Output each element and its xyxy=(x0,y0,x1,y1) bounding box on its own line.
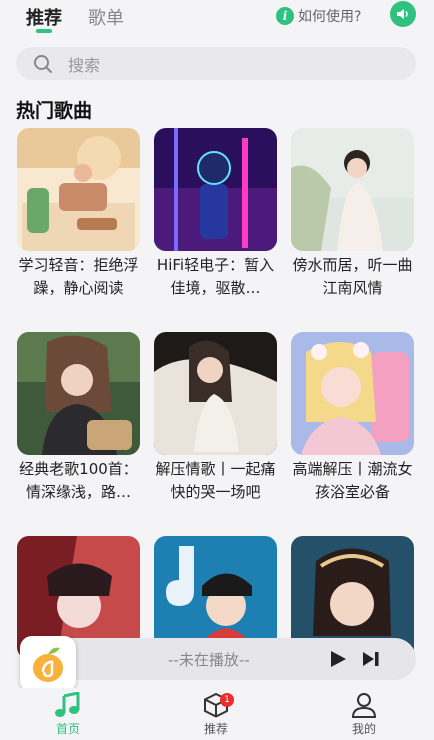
song-cover xyxy=(17,332,140,455)
tab-playlist[interactable]: 歌单 xyxy=(88,4,124,30)
song-cover xyxy=(154,128,277,251)
song-cover xyxy=(154,332,277,455)
song-title: HiFi轻电子：暂入佳境，驱散… xyxy=(156,256,275,297)
tab-active-indicator xyxy=(36,29,52,33)
notification-badge: 1 xyxy=(220,693,234,707)
nav-home-label: 首页 xyxy=(55,722,80,736)
nav-home[interactable]: 首页 xyxy=(28,692,108,737)
search-icon xyxy=(34,54,52,73)
info-icon: i xyxy=(276,7,294,25)
next-track-icon[interactable] xyxy=(362,650,380,668)
song-card[interactable]: 傍水而居，听一曲江南风情 xyxy=(291,128,414,300)
song-cover xyxy=(291,332,414,455)
song-title: 傍水而居，听一曲江南风情 xyxy=(292,256,413,297)
song-title: 经典老歌100首：情深缘浅，路… xyxy=(19,460,138,501)
song-card[interactable]: 解压情歌丨一起痛快的哭一场吧 xyxy=(154,332,277,504)
nav-mine[interactable]: 我的 xyxy=(324,692,404,737)
speaker-icon xyxy=(397,9,408,19)
nav-recommend[interactable]: 1 推荐 xyxy=(176,692,256,737)
song-card[interactable]: 学习轻音：拒绝浮躁，静心阅读 xyxy=(17,128,140,300)
song-title: 学习轻音：拒绝浮躁，静心阅读 xyxy=(18,256,139,297)
song-card[interactable]: HiFi轻电子：暂入佳境，驱散… xyxy=(154,128,277,300)
song-title: 高端解压丨潮流女孩浴室必备 xyxy=(292,460,413,501)
song-title: 解压情歌丨一起痛快的哭一场吧 xyxy=(155,460,276,501)
tab-recommend[interactable]: 推荐 xyxy=(26,4,62,30)
top-bar: 推荐 歌单 i 如何使用? xyxy=(0,0,434,36)
music-note-icon xyxy=(55,692,80,717)
section-title: 热门歌曲 xyxy=(16,100,93,122)
how-to-use-label: 如何使用? xyxy=(298,9,362,25)
song-card[interactable]: 高端解压丨潮流女孩浴室必备 xyxy=(291,332,414,504)
app-logo[interactable] xyxy=(20,636,76,692)
speaker-button[interactable] xyxy=(390,1,416,27)
mini-player[interactable]: --未在播放-- xyxy=(20,638,416,680)
bottom-navigation: 首页 1 推荐 我的 xyxy=(0,688,434,740)
user-icon xyxy=(351,693,377,718)
search-bar[interactable]: 搜索 xyxy=(16,47,416,80)
nav-mine-label: 我的 xyxy=(351,722,376,736)
search-input[interactable]: 搜索 xyxy=(68,52,100,76)
nav-recommend-label: 推荐 xyxy=(203,722,228,736)
music-app-logo-icon xyxy=(33,647,63,682)
play-icon[interactable] xyxy=(329,650,347,668)
player-status: --未在播放-- xyxy=(168,651,250,669)
song-cover xyxy=(17,128,140,251)
how-to-use-link[interactable]: i 如何使用? xyxy=(276,6,361,26)
song-card[interactable]: 经典老歌100首：情深缘浅，路… xyxy=(17,332,140,504)
song-cover xyxy=(291,128,414,251)
